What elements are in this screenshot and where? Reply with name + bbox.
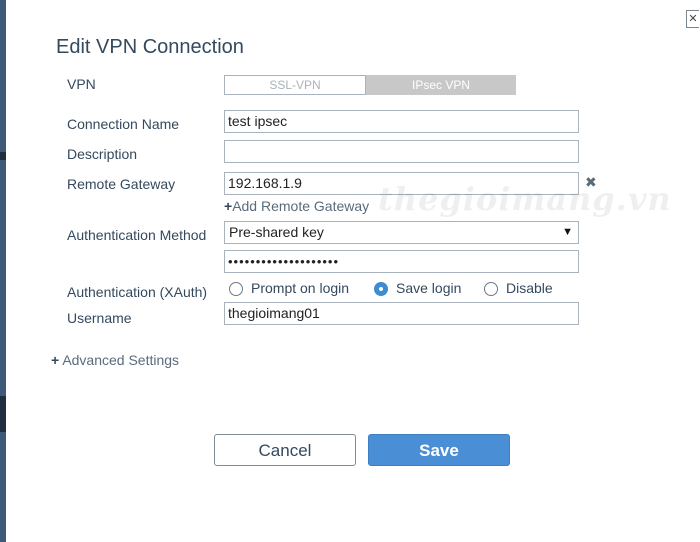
dialog-title: Edit VPN Connection [56,36,244,58]
preshared-key-input[interactable]: •••••••••••••••••••• [224,250,579,273]
dialog-close-icon[interactable]: ✕ [686,10,699,28]
vpn-label: VPN [67,76,96,92]
plus-icon: + [224,198,233,214]
description-input[interactable] [224,140,579,163]
xauth-save-radio[interactable]: Save login [374,280,461,296]
watermark-logo: thegioimang.vn [378,180,672,218]
xauth-prompt-label: Prompt on login [251,280,350,296]
add-remote-gateway-label: Add Remote Gateway [232,198,370,214]
plus-icon: + [51,352,60,368]
auth-method-selected-value: Pre-shared key [229,224,324,240]
xauth-save-label: Save login [396,280,462,296]
cancel-button[interactable]: Cancel [214,434,356,466]
description-label: Description [67,146,138,162]
xauth-disable-label: Disable [506,280,553,296]
background-app-strip [0,0,6,542]
save-button[interactable]: Save [368,434,510,466]
connection-name-label: Connection Name [67,116,180,132]
radio-unchecked-icon [229,282,243,296]
background-strip-marker [0,396,6,432]
remote-gateway-label: Remote Gateway [67,176,176,192]
advanced-settings-link[interactable]: + Advanced Settings [51,352,179,368]
username-input[interactable]: thegioimang01 [224,302,579,325]
vpn-type-ipsec-option[interactable]: IPsec VPN [366,75,516,95]
connection-name-input[interactable]: test ipsec [224,110,579,133]
xauth-prompt-radio[interactable]: Prompt on login [229,280,349,296]
vpn-type-ssl-option[interactable]: SSL-VPN [224,75,366,95]
add-remote-gateway-link[interactable]: +Add Remote Gateway [224,198,369,214]
xauth-label: Authentication (XAuth) [67,284,208,300]
radio-checked-icon [374,282,388,296]
advanced-settings-label: Advanced Settings [62,352,180,368]
vpn-type-toggle[interactable]: SSL-VPN IPsec VPN [224,75,516,95]
background-strip-marker [0,152,6,160]
auth-method-select[interactable]: Pre-shared key ▼ [224,221,579,244]
radio-unchecked-icon [484,282,498,296]
auth-method-label: Authentication Method [67,227,207,243]
dropdown-caret-icon: ▼ [562,226,573,238]
username-label: Username [67,310,132,326]
xauth-disable-radio[interactable]: Disable [484,280,553,296]
